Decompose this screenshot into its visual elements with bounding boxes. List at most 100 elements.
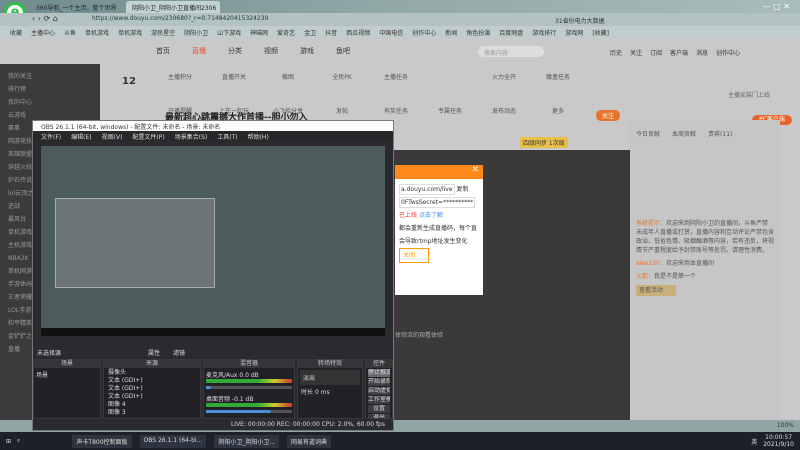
copy-button[interactable]: 复制 <box>456 186 468 193</box>
tool-item[interactable]: 魔盒任务 <box>538 72 578 92</box>
bookmark[interactable]: 金卫 <box>304 28 316 37</box>
stream-key-field[interactable]: 0FTwsSecret=********** <box>399 197 476 208</box>
obs-menu-item[interactable]: 场景集合(S) <box>175 132 208 141</box>
clock-date[interactable]: 2021/9/10 <box>763 441 794 448</box>
source-item[interactable]: 文本 (GDI+) <box>108 393 196 401</box>
bookmark[interactable]: 单机游戏 <box>118 28 142 37</box>
clock-time[interactable]: 10:00:57 <box>763 434 794 441</box>
obs-menu-item[interactable]: 配置文件(P) <box>132 132 164 141</box>
chat-user[interactable]: 火箭： <box>636 273 654 280</box>
close-icon[interactable]: ✕ <box>395 165 483 179</box>
tool-item[interactable]: 专属任务 <box>430 106 470 126</box>
bookmark[interactable]: 神喵网 <box>250 28 268 37</box>
obs-menu-item[interactable]: 视图(V) <box>102 132 123 141</box>
nav-item[interactable]: 首页 <box>156 46 170 56</box>
bookmark[interactable]: 西瓜视频 <box>346 28 370 37</box>
chat-tab[interactable]: 本周贡献 <box>672 130 696 139</box>
rtmp-url-field[interactable]: a.douyu.com/live <box>399 184 455 195</box>
top-icon-label[interactable]: 订阅 <box>650 48 662 57</box>
nav-item[interactable]: 直播 <box>192 46 206 56</box>
window-controls[interactable]: — ▢ ✕ <box>763 2 790 11</box>
filters-button[interactable]: 滤镜 <box>173 348 185 357</box>
sidebar-item[interactable]: 我的关注 <box>8 70 92 83</box>
search-icon[interactable]: ⌕ <box>17 437 20 445</box>
bookmark[interactable]: 收藏 <box>10 28 22 37</box>
tab-douyu[interactable]: 阴阳小卫_阴阳小卫直播间2306 <box>126 1 220 13</box>
windows-start-icon[interactable]: ⊞ <box>6 438 11 445</box>
source-item[interactable]: 文本 (GDI+) <box>108 377 196 385</box>
bookmark[interactable]: 斗鱼 <box>64 28 76 37</box>
bookmark[interactable]: 新闻 <box>445 28 457 37</box>
properties-button[interactable]: 属性 <box>148 348 160 357</box>
top-icon-label[interactable]: 创作中心 <box>716 48 740 57</box>
hot-search[interactable]: 31省份电力大数据 <box>555 16 605 25</box>
bookmark[interactable]: 游戏网 <box>565 28 583 37</box>
control-button[interactable]: 停止推流 <box>368 369 390 377</box>
control-button[interactable]: 启动虚拟摄像机 <box>368 387 390 395</box>
bookmark[interactable]: 阴阳小卫 <box>184 28 208 37</box>
top-icon-label[interactable]: 关注 <box>630 48 642 57</box>
source-item[interactable]: 摄像头 <box>108 369 196 377</box>
tab-360[interactable]: 360导航_一个主页，整个世界 <box>30 1 140 13</box>
sidebar-item[interactable]: 我的中心 <box>8 96 92 109</box>
taskbar-app[interactable]: OBS 26.1.1 (64-bi... <box>139 434 207 448</box>
nav-item[interactable]: 鱼吧 <box>336 46 350 56</box>
bookmark[interactable]: 单机游戏 <box>85 28 109 37</box>
follow-button[interactable]: 关注 <box>596 110 621 121</box>
tool-item[interactable]: 直播开关 <box>214 72 254 92</box>
site-search[interactable]: 搜索内容 <box>478 46 544 57</box>
tool-item[interactable]: 截图 <box>268 72 308 92</box>
tool-item[interactable]: 全民PK <box>322 72 362 92</box>
nav-buttons-icon[interactable]: ‹ › ⟳ ⌂ <box>32 14 58 23</box>
obs-preview[interactable] <box>41 146 385 336</box>
top-icon-label[interactable]: 消息 <box>696 48 708 57</box>
obs-menu-item[interactable]: 编辑(E) <box>71 132 91 141</box>
duration-field[interactable]: 0 ms <box>315 389 330 396</box>
ime-indicator[interactable]: 英 <box>751 437 757 446</box>
control-button[interactable]: 退出 <box>368 414 390 418</box>
bookmark[interactable]: 游戏排行 <box>532 28 556 37</box>
taskbar-app[interactable]: 网易有道词典 <box>287 434 332 448</box>
source-item[interactable]: 图像 3 <box>108 409 196 417</box>
bookmark[interactable]: 爱奇艺 <box>277 28 295 37</box>
chat-user[interactable]: 系统提示： <box>636 220 666 227</box>
tool-item[interactable]: 主播积分 <box>160 72 200 92</box>
bookmark[interactable]: 山下游戏 <box>217 28 241 37</box>
obs-menu-item[interactable]: 帮助(H) <box>248 132 269 141</box>
bookmark[interactable]: 主播中心 <box>31 28 55 37</box>
bookmark[interactable]: 角色扮演 <box>466 28 490 37</box>
bookmark[interactable]: 中国电信 <box>379 28 403 37</box>
tool-item[interactable]: 主播任务 <box>376 72 416 92</box>
obs-menu-item[interactable]: 工具(T) <box>217 132 237 141</box>
sidebar-item[interactable]: 排行榜 <box>8 83 92 96</box>
chat-user[interactable]: alex130： <box>636 260 666 267</box>
url-field[interactable]: https://www.douyu.com/230680?_r=0.714842… <box>92 15 422 24</box>
nav-item[interactable]: 视频 <box>264 46 278 56</box>
obs-menu-item[interactable]: 文件(F) <box>41 132 61 141</box>
control-button[interactable]: 开始录制 <box>368 378 390 386</box>
bookmark[interactable]: 游民星空 <box>151 28 175 37</box>
tool-item[interactable]: 更多 <box>538 106 578 126</box>
top-icon-label[interactable]: 客户端 <box>670 48 688 57</box>
control-button[interactable]: 设置 <box>368 405 390 413</box>
tool-item[interactable] <box>430 72 470 92</box>
nav-item[interactable]: 游戏 <box>300 46 314 56</box>
chat-tab[interactable]: 今日贡献 <box>636 130 660 139</box>
volume-slider[interactable] <box>206 386 292 389</box>
bookmark[interactable]: 百度网盘 <box>499 28 523 37</box>
chat-tab[interactable]: 贵宾(11) <box>708 130 732 139</box>
nav-item[interactable]: 分类 <box>228 46 242 56</box>
bookmark[interactable]: [收藏] <box>592 28 609 37</box>
taskbar-app[interactable]: 声卡T800控制面板 <box>72 434 132 448</box>
control-button[interactable]: 工作室模式 <box>368 396 390 404</box>
top-icon-label[interactable]: 历史 <box>610 48 622 57</box>
bookmark[interactable]: 创作中心 <box>412 28 436 37</box>
volume-slider[interactable] <box>206 410 292 413</box>
tool-item[interactable]: 火力全开 <box>484 72 524 92</box>
tool-item[interactable]: 发布动态 <box>484 106 524 126</box>
taskbar-app[interactable]: 阴阳小卫_阴阳小卫... <box>214 434 280 448</box>
learn-link[interactable]: 点击了解 <box>419 212 443 219</box>
source-item[interactable]: 文本 (GDI+) <box>108 385 196 393</box>
bookmark[interactable]: 抖音 <box>325 28 337 37</box>
activity-button[interactable]: 查看活动 <box>636 285 676 296</box>
